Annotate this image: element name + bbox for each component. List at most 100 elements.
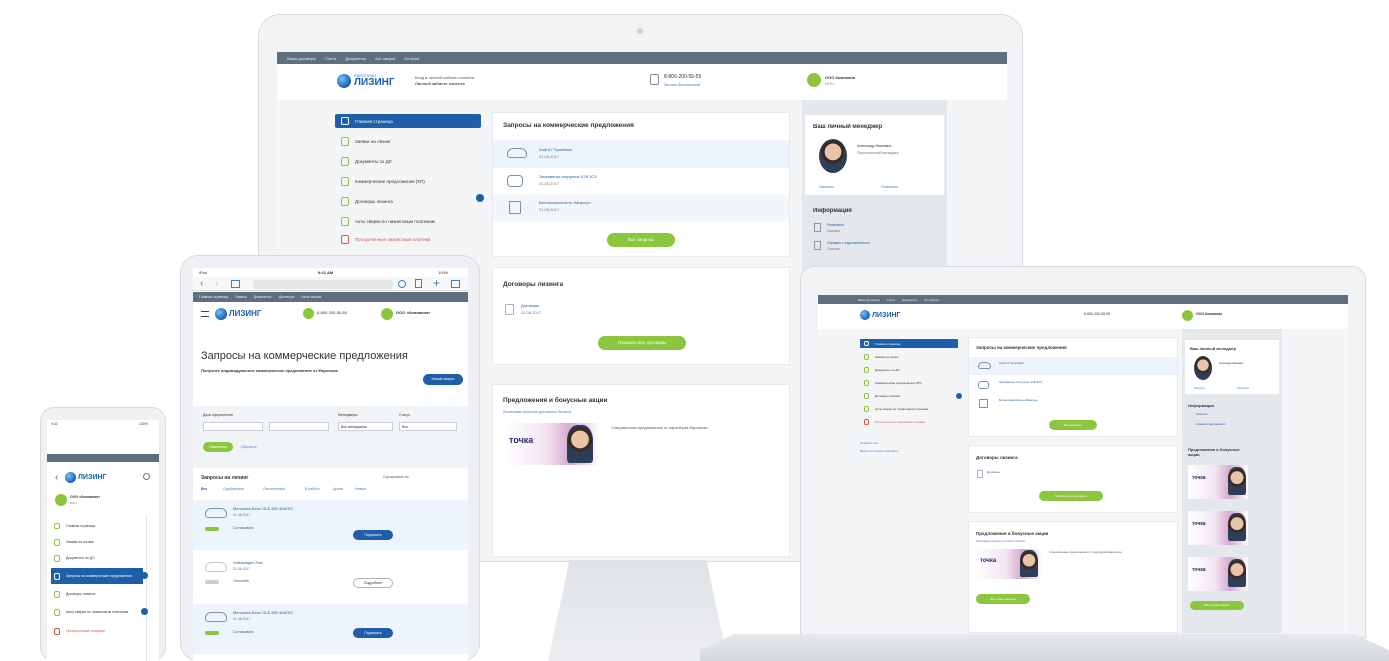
request-item[interactable]: Audi A7 Sportback 01.06.2017	[539, 146, 572, 160]
back-icon[interactable]: ‹	[55, 472, 58, 483]
info-item-label[interactable]: Реквизиты	[1196, 413, 1208, 416]
header-user[interactable]: ООО «Компания»	[396, 310, 458, 315]
forward-icon[interactable]: ›	[215, 278, 218, 289]
nav-item[interactable]: Счета	[325, 56, 336, 61]
row-name[interactable]: Mercedes-Benz GLE 350 4MATIC	[233, 506, 373, 511]
request-item[interactable]: Экскаватор-погрузчик JCB 3CX 01.06.2017	[539, 173, 597, 187]
nav-item[interactable]: Акты сверки	[301, 295, 321, 299]
row-name[interactable]: Volkswagen Polo	[233, 560, 263, 565]
request-row[interactable]	[969, 357, 1177, 375]
user-avatar[interactable]	[381, 308, 393, 320]
manager-call-link[interactable]: Позвонить	[881, 185, 898, 189]
manager-write-link[interactable]: Написать	[1194, 387, 1205, 390]
logo[interactable]: ЛИЗИНГ	[860, 310, 900, 320]
user-avatar[interactable]	[807, 73, 821, 87]
request-row[interactable]	[493, 140, 789, 168]
request-name[interactable]: Экскаватор-погрузчик JCB 3CX	[999, 380, 1042, 384]
search-icon[interactable]	[143, 473, 150, 480]
request-name[interactable]: Бетоносмеситель «Миксер»	[999, 398, 1038, 402]
sidebar-item-home[interactable]: Главная страница	[335, 114, 481, 128]
chip-all[interactable]: Все	[201, 487, 207, 491]
menu-item-home[interactable]: Главная страница	[51, 520, 143, 532]
header-user[interactable]: ООО Компания	[1196, 312, 1222, 316]
sidebar-item-overdue[interactable]: Просроченные лизинговые платежи	[335, 232, 481, 246]
sidebar-item-home[interactable]: Главная страница	[860, 339, 958, 348]
sort-select[interactable]: Сортировать по	[383, 475, 409, 479]
chip-approved[interactable]: Одобренные	[223, 487, 244, 491]
all-requests-button[interactable]: Все запросы	[1049, 420, 1097, 430]
sidebar-item-offers[interactable]: Коммерческие предложения (КП)	[860, 378, 958, 387]
all-requests-button[interactable]: Все запросы	[607, 233, 675, 247]
header-user[interactable]: ООО Компания ИНН	[825, 75, 855, 87]
all-contracts-button[interactable]: Показать все договоры	[598, 336, 686, 350]
hamburger-icon[interactable]	[201, 311, 209, 317]
request-row[interactable]	[493, 195, 789, 221]
tabs-icon[interactable]	[451, 280, 460, 288]
sidebar-item-documents[interactable]: Документы по ДЛ	[335, 154, 481, 168]
status-select[interactable]: Все	[399, 422, 457, 431]
user-avatar[interactable]	[55, 494, 67, 506]
phone-number[interactable]: 8-800-200-55-55	[664, 74, 701, 81]
info-item-label[interactable]: Справка о задолженности	[1196, 423, 1226, 426]
back-icon[interactable]: ‹	[200, 278, 203, 289]
header-phone[interactable]: 8-800-200-55-55	[1084, 312, 1110, 316]
all-contracts-button[interactable]: Показать все договоры	[1039, 491, 1103, 501]
nav-item[interactable]: Счета	[887, 298, 895, 302]
chip-archive[interactable]: Архив	[333, 487, 343, 491]
nav-item[interactable]: Документы	[345, 56, 366, 61]
request-name[interactable]: Audi A7 Sportback	[539, 146, 572, 153]
sidebar-item-offers[interactable]: Коммерческие предложения (КП)	[335, 174, 481, 188]
info-item[interactable]: Реквизиты Скачать	[827, 222, 844, 234]
request-name[interactable]: Экскаватор-погрузчик JCB 3CX	[539, 173, 597, 180]
sidebar-item-applications[interactable]: Заявки на лизинг	[860, 352, 958, 361]
sidebar-logout[interactable]: Выйти из личного кабинета	[860, 449, 898, 453]
all-promo-right-button[interactable]: Все предложения	[1190, 601, 1244, 610]
reload-icon[interactable]	[398, 280, 406, 288]
user-name[interactable]: ООО «Компания»	[70, 495, 150, 499]
details-button[interactable]: Подробнее	[353, 578, 393, 588]
menu-item-applications[interactable]: Заявки на лизинг	[51, 536, 143, 548]
address-bar[interactable]	[253, 280, 393, 289]
sidebar-item-documents[interactable]: Документы по ДЛ	[860, 365, 958, 374]
chip-in-progress[interactable]: В работе	[305, 487, 320, 491]
menu-item-overdue[interactable]: Просроченные платежи	[51, 624, 143, 638]
logo[interactable]: ЛИЗИНГ	[65, 472, 106, 483]
manager-select[interactable]: Все менеджеры	[338, 422, 393, 431]
contract-name[interactable]: Договоры	[521, 302, 541, 309]
nav-item[interactable]: Главная страница	[199, 295, 228, 299]
bookmarks-icon[interactable]	[231, 280, 240, 288]
manager-call-link[interactable]: Позвонить	[1237, 387, 1249, 390]
sidebar-show-all[interactable]: Показать все	[860, 441, 878, 445]
sidebar-item-contracts[interactable]: Договоры лизинга	[860, 391, 958, 400]
date-from-field[interactable]	[203, 422, 263, 431]
logo[interactable]: ЛИЗИНГ	[215, 308, 261, 320]
sidebar-item-applications[interactable]: Заявки на лизинг	[335, 134, 481, 148]
share-icon[interactable]	[415, 279, 422, 288]
request-name[interactable]: Audi A7 Sportback	[999, 361, 1024, 365]
menu-item-documents[interactable]: Документы по ДЛ	[51, 552, 143, 564]
sign-button[interactable]: Подписать	[353, 628, 393, 638]
nav-item[interactable]: Акт сверки	[924, 298, 939, 302]
nav-item[interactable]: Договоры	[279, 295, 295, 299]
menu-item-offers[interactable]: Запросы на коммерческие предложения	[51, 568, 143, 584]
new-tab-icon[interactable]: +	[433, 276, 440, 290]
chip-rejected[interactable]: Отклонённые	[263, 487, 285, 491]
apply-filter-button[interactable]: Применить	[203, 442, 233, 452]
nav-item[interactable]: Документы	[902, 298, 917, 302]
menu-item-reconciliation[interactable]: Акты сверки по лизинговым платежам	[51, 604, 143, 620]
header-phone[interactable]: 8-800-200-55-55	[317, 310, 347, 315]
nav-item[interactable]: Ваши договоры	[287, 56, 316, 61]
nav-item[interactable]: Ваши договоры	[858, 298, 880, 302]
new-request-button[interactable]: Новый запрос	[423, 374, 463, 385]
header-phone[interactable]: 8-800-200-55-55 Звонок бесплатный	[664, 74, 701, 88]
user-avatar[interactable]	[1182, 310, 1193, 321]
sidebar-item-reconciliation[interactable]: Акты сверки по лизинговым платежам	[335, 214, 481, 228]
request-item[interactable]: Бетоносмеситель «Миксер» 01.06.2017	[539, 199, 591, 213]
sidebar-item-contracts[interactable]: Договоры лизинга	[335, 194, 481, 208]
nav-item[interactable]: Остатки	[404, 56, 419, 61]
logo[interactable]: ЕВРОПЛАН ЛИЗИНГ	[337, 74, 395, 88]
nav-item[interactable]: Заявки	[235, 295, 246, 299]
date-to-field[interactable]	[269, 422, 329, 431]
contract-name[interactable]: Договоры	[987, 470, 1000, 474]
all-promo-button[interactable]: Все предложения	[976, 594, 1030, 604]
